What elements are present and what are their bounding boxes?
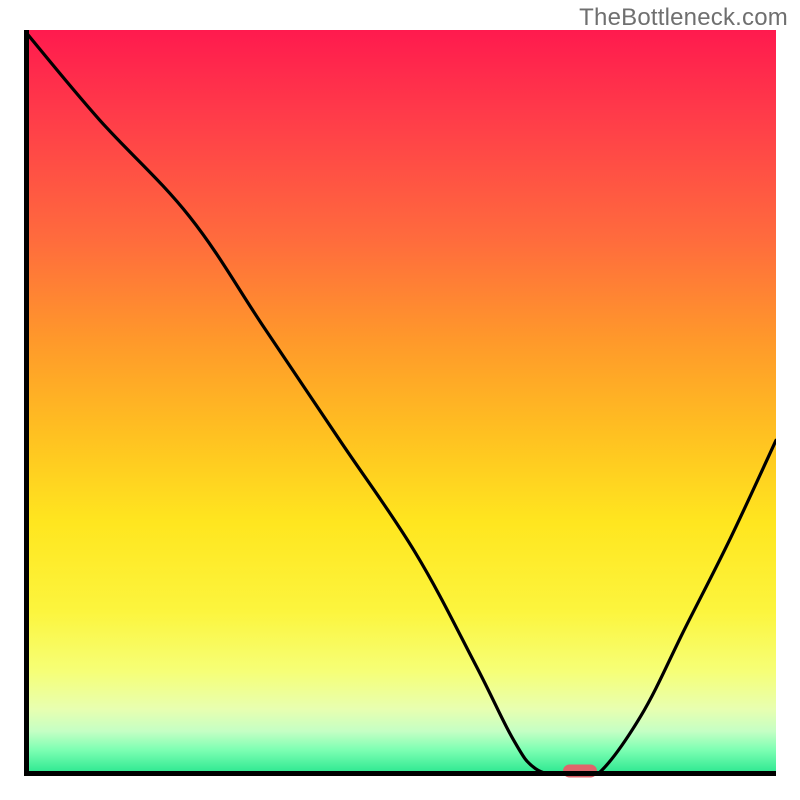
bottleneck-marker (563, 765, 597, 778)
chart-frame: TheBottleneck.com (0, 0, 800, 800)
bottleneck-curve (24, 30, 776, 776)
curve-layer (24, 30, 776, 776)
plot-area (24, 30, 776, 776)
watermark-text: TheBottleneck.com (579, 4, 788, 32)
